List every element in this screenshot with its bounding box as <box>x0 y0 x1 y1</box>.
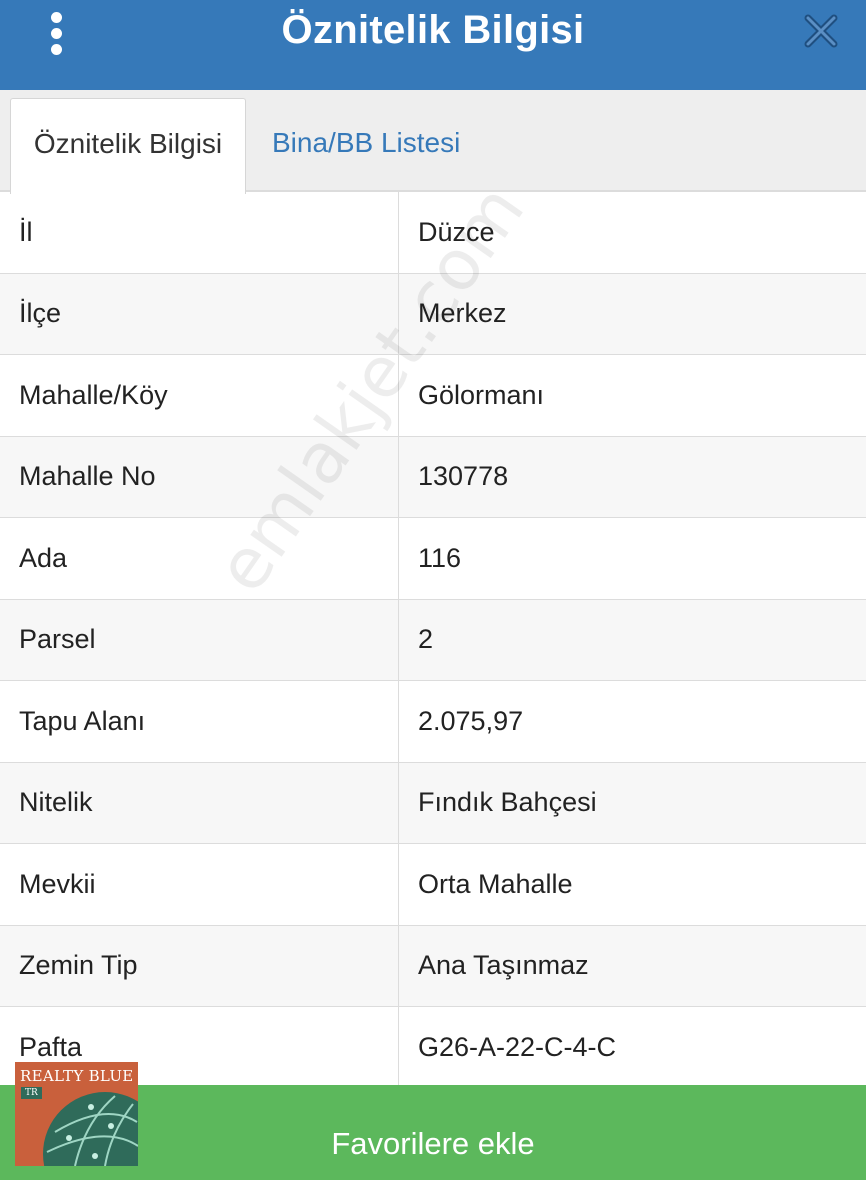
logo-name: REALTY BLUE <box>20 1067 134 1085</box>
table-row: Ada 116 <box>0 518 866 600</box>
tab-bina-bb-listesi[interactable]: Bina/BB Listesi <box>272 98 460 192</box>
attribute-value: Fındık Bahçesi <box>418 787 597 818</box>
attribute-value: Merkez <box>418 298 507 329</box>
attribute-key: Mevkii <box>0 844 399 925</box>
attribute-value: 2.075,97 <box>418 705 524 736</box>
tab-oznitelik-bilgisi[interactable]: Öznitelik Bilgisi <box>10 98 246 194</box>
attribute-value: 2 <box>418 624 434 655</box>
close-icon[interactable] <box>800 10 842 52</box>
logo-badge: TR <box>21 1087 42 1099</box>
attribute-table: İl Düzce İlçe Merkez Mahalle/Köy Gölorma… <box>0 192 866 1089</box>
table-row: Mevkii Orta Mahalle <box>0 844 866 926</box>
attribute-value: 116 <box>418 542 462 573</box>
realty-blue-logo: REALTY BLUE TR <box>15 1062 138 1166</box>
attribute-key: Mahalle/Köy <box>0 355 399 436</box>
attribute-key: Tapu Alanı <box>0 681 399 762</box>
attribute-value: 130778 <box>418 461 509 492</box>
attribute-value: Orta Mahalle <box>418 868 573 899</box>
tab-bar: Öznitelik Bilgisi Bina/BB Listesi <box>0 90 866 194</box>
attribute-value: Gölormanı <box>418 379 545 410</box>
page-title: Öznitelik Bilgisi <box>281 8 585 52</box>
attribute-key: Parsel <box>0 599 399 680</box>
attribute-key: Nitelik <box>0 762 399 843</box>
table-row: Parsel 2 <box>0 599 866 681</box>
attribute-value: Ana Taşınmaz <box>418 950 589 981</box>
table-row: Zemin Tip Ana Taşınmaz <box>0 925 866 1007</box>
attribute-value: Düzce <box>418 216 495 247</box>
table-row: Nitelik Fındık Bahçesi <box>0 762 866 844</box>
table-row: Mahalle No 130778 <box>0 436 866 518</box>
attribute-key: Mahalle No <box>0 436 399 517</box>
attribute-key: Ada <box>0 518 399 599</box>
table-row: İl Düzce <box>0 192 866 274</box>
table-row: İlçe Merkez <box>0 273 866 355</box>
attribute-key: Zemin Tip <box>0 925 399 1006</box>
attribute-value: G26-A-22-C-4-C <box>418 1031 617 1062</box>
attribute-key: İl <box>0 192 399 273</box>
table-row: Mahalle/Köy Gölormanı <box>0 355 866 437</box>
app-header: Öznitelik Bilgisi <box>0 0 866 90</box>
attribute-key: İlçe <box>0 273 399 354</box>
table-row: Tapu Alanı 2.075,97 <box>0 681 866 763</box>
